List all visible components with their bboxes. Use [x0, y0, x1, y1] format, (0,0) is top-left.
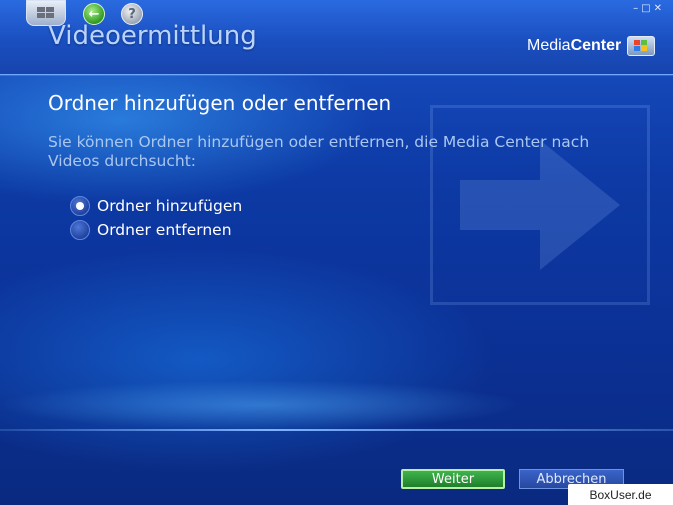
windows-flag-icon [627, 36, 656, 56]
watermark-logo: BoxUser.de [568, 484, 673, 505]
brand-prefix: Media [527, 37, 571, 54]
close-button[interactable]: ✕ [654, 3, 665, 14]
restore-button[interactable]: □ [641, 3, 653, 14]
folder-options: Ordner hinzufügen Ordner entfernen [70, 194, 242, 242]
media-center-background: ← ? –□✕ Videoermittlung MediaCenter Ordn… [0, 0, 673, 505]
option-label: Ordner hinzufügen [97, 197, 243, 215]
radio-dot-icon [76, 202, 84, 210]
option-remove-folder[interactable]: Ordner entfernen [70, 218, 242, 242]
option-add-folder[interactable]: Ordner hinzufügen [70, 194, 242, 218]
app-title: Videoermittlung [48, 21, 257, 51]
minimize-button[interactable]: – [633, 3, 641, 14]
footer-divider [0, 429, 673, 431]
page-heading: Ordner hinzufügen oder entfernen [48, 91, 392, 115]
help-icon: ? [128, 6, 136, 22]
page-description: Sie können Ordner hinzufügen oder entfer… [48, 133, 590, 170]
radio-button[interactable] [70, 220, 90, 240]
media-center-brand: MediaCenter [527, 36, 656, 56]
brand-text: MediaCenter [527, 37, 621, 55]
watermark-text: BoxUser.de [589, 487, 652, 502]
option-label: Ordner entfernen [97, 221, 232, 239]
radio-button-selected[interactable] [70, 196, 90, 216]
brand-suffix: Center [570, 37, 622, 54]
glow-band [0, 380, 520, 430]
window-controls: –□✕ [633, 3, 665, 14]
windows-logo-icon [37, 7, 54, 18]
back-arrow-icon: ← [88, 6, 100, 22]
next-button[interactable]: Weiter [401, 469, 505, 489]
